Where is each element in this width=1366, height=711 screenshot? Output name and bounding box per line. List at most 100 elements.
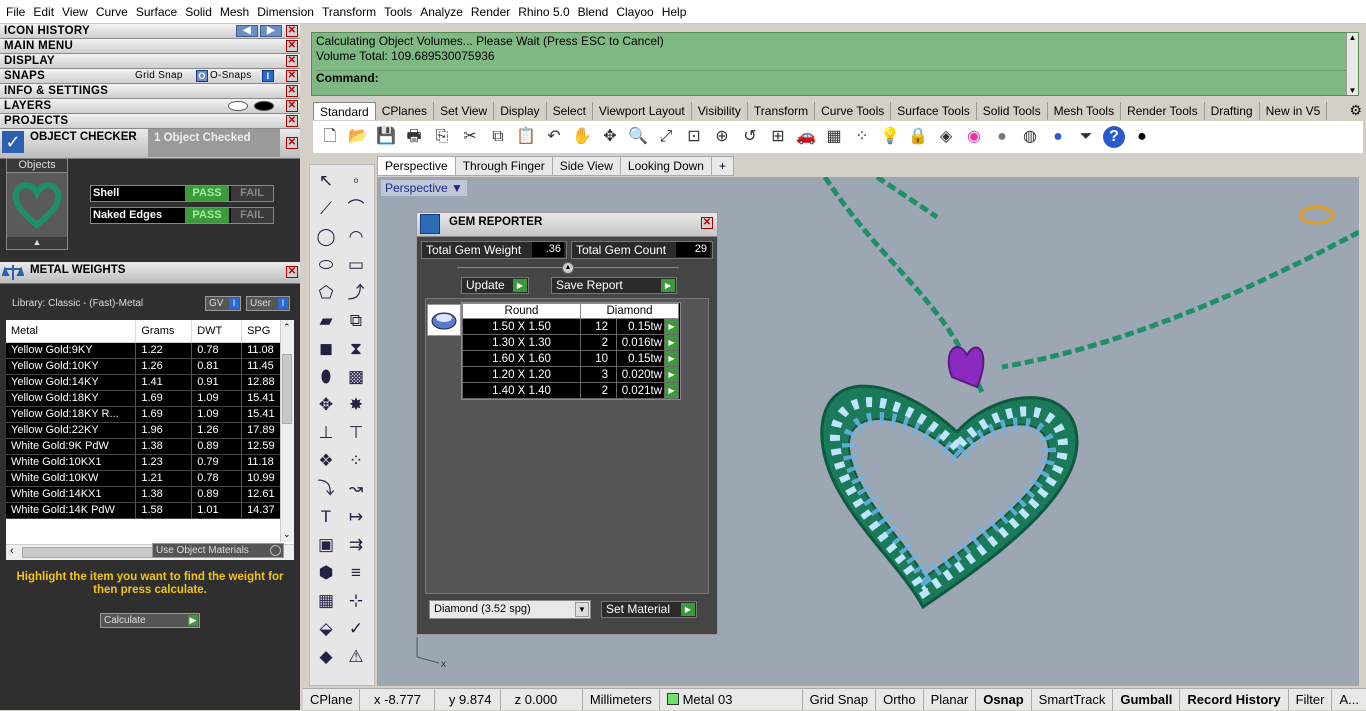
osnap-toggle[interactable]: Osnap [976, 689, 1032, 710]
table-row[interactable]: Yellow Gold:10KY 1.26 0.81 11.45 [6, 358, 288, 375]
points-icon[interactable]: ⁘ [851, 126, 873, 148]
viewport-tab[interactable]: Perspective [377, 156, 456, 176]
paste-icon[interactable]: 📋 [515, 126, 537, 148]
gem-row[interactable]: 1.30 X 1.30 2 0.016tw ▶ [462, 334, 679, 351]
section-info-settings[interactable]: INFO & SETTINGS ✕ [0, 84, 300, 99]
user-toggle[interactable]: User I [246, 296, 290, 311]
close-icon[interactable]: ✕ [286, 115, 298, 127]
dimension-icon[interactable]: ↦ [344, 505, 368, 529]
scroll-left-icon[interactable]: ‹ [10, 545, 14, 557]
zoom-icon[interactable]: 🔍 [627, 126, 649, 148]
grid-snap-toggle[interactable]: Grid Snap [803, 689, 877, 710]
fillet-icon[interactable]: ⤵ [314, 477, 338, 501]
layer-icon[interactable]: ◈ [935, 126, 957, 148]
toolbar-tab[interactable]: Curve Tools [815, 102, 892, 120]
cylinder-icon[interactable]: ⬮ [314, 365, 338, 389]
polygon-icon[interactable]: ⬠ [314, 281, 338, 305]
section-display[interactable]: DISPLAY ✕ [0, 54, 300, 69]
close-icon[interactable]: ✕ [701, 217, 713, 229]
light-tool-icon[interactable]: ⚠ [344, 645, 368, 669]
gem-row[interactable]: 1.50 X 1.50 12 0.15tw ▶ [462, 318, 679, 335]
surface-edit-icon[interactable]: ⧉ [344, 309, 368, 333]
table-row[interactable]: White Gold:14KX1 1.38 0.89 12.61 [6, 486, 288, 503]
menu-mesh[interactable]: Mesh [216, 0, 253, 24]
close-icon[interactable]: ✕ [286, 40, 298, 52]
close-icon[interactable]: ✕ [286, 100, 298, 112]
layer-off-icon[interactable] [228, 101, 248, 111]
metal-weights-table[interactable]: Metal Grams DWT SPG Yellow Gold:9KY 1.22 0… [6, 320, 294, 560]
go-arrow-icon[interactable]: ▶ [664, 382, 679, 399]
toolbar-tab[interactable]: Transform [748, 102, 816, 120]
material-select[interactable]: Diamond (3.52 spg) ▼ [429, 600, 591, 619]
menu-clayoo[interactable]: Clayoo [612, 0, 657, 24]
car-icon[interactable]: 🚗 [795, 126, 817, 148]
section-icon-history[interactable]: ICON HISTORY ◀ ▶ ✕ [0, 24, 300, 39]
chevron-down-icon[interactable]: ▼ [575, 602, 589, 617]
gem-row[interactable]: 1.20 X 1.20 3 0.020tw ▶ [462, 366, 679, 383]
scroll-thumb[interactable] [282, 354, 292, 424]
scroll-down-icon[interactable]: ⌄ [283, 529, 291, 540]
menu-rhino5[interactable]: Rhino 5.0 [514, 0, 573, 24]
grid-snap-label[interactable]: Grid Snap [135, 69, 183, 83]
four-views-icon[interactable]: ⊞ [767, 126, 789, 148]
osnap-toggle-icon[interactable]: O [196, 70, 208, 82]
select-icon[interactable]: ↖ [314, 169, 338, 193]
menu-analyze[interactable]: Analyze [416, 0, 467, 24]
surface-icon[interactable]: ▰ [314, 309, 338, 333]
close-icon[interactable]: ✕ [286, 85, 298, 97]
toolbar-tab[interactable]: New in V5 [1260, 102, 1328, 120]
expand-up-icon[interactable]: ▲ [7, 237, 67, 249]
table-row[interactable]: White Gold:10KX1 1.23 0.79 11.18 [6, 454, 288, 471]
menu-blend[interactable]: Blend [574, 0, 613, 24]
sphere-blue-icon[interactable]: ● [1047, 126, 1069, 148]
toolbar-tab[interactable]: CPlanes [376, 102, 435, 120]
section-projects[interactable]: PROJECTS ✕ [0, 114, 300, 129]
menu-transform[interactable]: Transform [318, 0, 380, 24]
rectangle-icon[interactable]: ▭ [344, 253, 368, 277]
mesh-icon[interactable]: ▩ [344, 365, 368, 389]
menu-view[interactable]: View [58, 0, 92, 24]
copy-icon[interactable]: ⧉ [487, 126, 509, 148]
grid-array-icon[interactable]: ▦ [314, 589, 338, 613]
toolbar-tab[interactable]: Mesh Tools [1048, 102, 1122, 120]
planar-toggle[interactable]: Planar [924, 689, 977, 710]
toolbar-tab[interactable]: Surface Tools [891, 102, 977, 120]
viewport-tab[interactable]: Side View [551, 156, 621, 176]
offset-icon[interactable]: ⇉ [344, 533, 368, 557]
group-icon[interactable]: ❖ [314, 449, 338, 473]
scroll-up-icon[interactable]: ⌃ [283, 322, 291, 333]
column-header[interactable]: Grams [135, 320, 193, 343]
print-icon[interactable]: 🖶 [403, 126, 425, 148]
toolbar-tab[interactable]: Set View [434, 102, 495, 120]
gumball-icon[interactable]: ⊹ [344, 589, 368, 613]
use-object-materials-toggle[interactable]: Use Object Materials [152, 543, 284, 558]
sphere-gray-icon[interactable]: ● [991, 126, 1013, 148]
menu-help[interactable]: Help [658, 0, 691, 24]
menu-file[interactable]: File [2, 0, 29, 24]
close-icon[interactable]: ✕ [286, 137, 298, 149]
close-icon[interactable]: ✕ [286, 70, 298, 82]
sphere-black-icon[interactable]: ● [1131, 126, 1153, 148]
update-button[interactable]: Update ▶ [461, 277, 529, 294]
units-label[interactable]: Millimeters [583, 689, 660, 710]
column-header[interactable]: DWT [191, 320, 243, 343]
transform-icon[interactable]: ✥ [314, 393, 338, 417]
menu-tools[interactable]: Tools [380, 0, 416, 24]
array-icon[interactable]: ⁘ [344, 449, 368, 473]
table-row[interactable]: Yellow Gold:18KY R... 1.69 1.09 15.41 [6, 406, 288, 423]
rotate-view-icon[interactable]: ✥ [599, 126, 621, 148]
zoom-extents-icon[interactable]: ⤢ [655, 126, 677, 148]
command-history[interactable]: Calculating Object Volumes... Please Wai… [311, 32, 1359, 96]
close-icon[interactable]: ✕ [286, 266, 298, 278]
section-main-menu[interactable]: MAIN MENU ✕ [0, 39, 300, 54]
trim-icon[interactable]: ⊤ [344, 421, 368, 445]
viewport-tab[interactable]: Looking Down [619, 156, 712, 176]
go-arrow-icon[interactable]: ▶ [664, 334, 679, 351]
color-wheel-icon[interactable]: ◉ [963, 126, 985, 148]
menu-dimension[interactable]: Dimension [253, 0, 318, 24]
pan-icon[interactable]: ✋ [571, 126, 593, 148]
view-cube-icon[interactable]: ⬢ [314, 561, 338, 585]
gumball-toggle[interactable]: Gumball [1113, 689, 1181, 710]
toolbar-tab[interactable]: Drafting [1205, 102, 1260, 120]
close-icon[interactable]: ✕ [286, 55, 298, 67]
